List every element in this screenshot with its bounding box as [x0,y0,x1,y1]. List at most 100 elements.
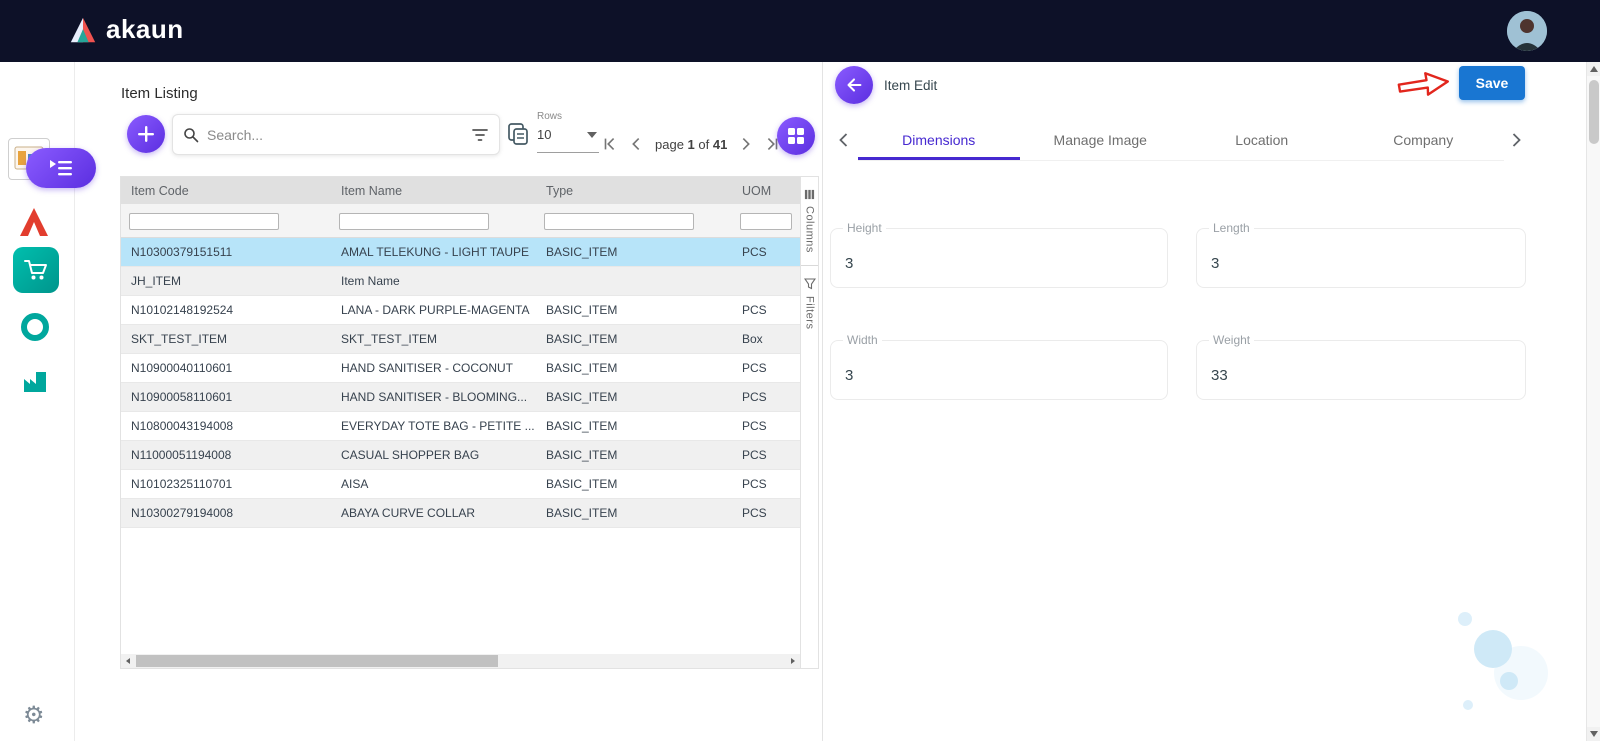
cell-uom: PCS [732,303,800,317]
table-row[interactable]: N10900058110601 HAND SANITISER - BLOOMIN… [121,383,800,412]
avatar-image [1507,11,1547,51]
cell-item-name: LANA - DARK PURPLE-MAGENTA [331,303,536,317]
prev-page-button[interactable] [625,133,647,155]
length-field: Length [1196,228,1526,288]
chevron-down-icon [587,132,597,138]
editor-tab[interactable]: Manage Image [1020,120,1182,160]
cell-type: BASIC_ITEM [536,390,732,404]
red-app-icon [18,206,50,238]
table-row[interactable]: N11000051194008 CASUAL SHOPPER BAG BASIC… [121,441,800,470]
page-scrollbar-thumb[interactable] [1589,80,1599,144]
cell-item-code: N10102325110701 [121,477,331,491]
scroll-right-arrow[interactable] [786,654,800,668]
rows-per-page-select[interactable]: Rows 10 [537,111,599,153]
of-word: of [698,137,709,152]
rows-value: 10 [537,127,551,142]
editor-tab[interactable]: Dimensions [858,120,1020,160]
length-input[interactable] [1197,229,1525,287]
scroll-down-arrow[interactable] [1587,727,1600,741]
filter-input-uom[interactable] [740,213,792,230]
columns-toggle-label: Columns [804,206,816,253]
cell-item-name: AISA [331,477,536,491]
cell-uom: PCS [732,448,800,462]
gear-icon[interactable]: ⚙ [23,703,45,727]
weight-field: Weight [1196,340,1526,400]
sidebar-item-ring-app[interactable] [21,313,49,341]
factory-icon [21,367,49,395]
cell-type: BASIC_ITEM [536,419,732,433]
decorative-bubble [1458,612,1472,626]
copy-settings-button[interactable] [504,120,532,148]
filter-input-item-code[interactable] [129,213,279,230]
scroll-left-arrow[interactable] [121,654,135,668]
editor-tab[interactable]: Company [1343,120,1505,160]
cell-item-name: AMAL TELEKUNG - LIGHT TAUPE [331,245,536,259]
search-input[interactable] [207,127,463,143]
apps-grid-button[interactable] [777,117,815,155]
funnel-icon [804,278,816,290]
horizontal-scrollbar[interactable] [121,654,800,668]
tabs-scroll-left-button[interactable] [832,128,856,152]
page-scrollbar[interactable] [1586,62,1600,741]
table-row[interactable]: SKT_TEST_ITEM SKT_TEST_ITEM BASIC_ITEM B… [121,325,800,354]
horizontal-scrollbar-thumb[interactable] [136,655,498,667]
tabs-scroll-right-button[interactable] [1504,128,1528,152]
cell-uom: PCS [732,361,800,375]
cell-item-code: N10300379151511 [121,245,331,259]
width-input[interactable] [831,341,1167,399]
cell-type: BASIC_ITEM [536,303,732,317]
plus-icon [136,124,156,144]
cell-item-code: SKT_TEST_ITEM [121,332,331,346]
user-avatar[interactable] [1507,11,1547,51]
filter-input-type[interactable] [544,213,694,230]
width-field: Width [830,340,1168,400]
sidebar-item-akaun-red-app[interactable] [18,206,50,238]
next-page-button[interactable] [735,133,757,155]
cell-item-name: EVERYDAY TOTE BAG - PETITE ... [331,419,536,433]
save-button[interactable]: Save [1459,66,1525,100]
table-row[interactable]: N10900040110601 HAND SANITISER - COCONUT… [121,354,800,383]
back-button[interactable] [835,66,873,104]
chevron-right-icon [737,135,755,153]
columns-panel-toggle[interactable]: Columns [801,177,818,265]
total-pages: 41 [713,137,727,152]
cell-type: BASIC_ITEM [536,448,732,462]
table-row[interactable]: N10102325110701 AISA BASIC_ITEM PCS [121,470,800,499]
table-filter-row [121,204,800,238]
filter-input-item-name[interactable] [339,213,489,230]
chevron-left-icon [834,130,854,150]
table-row[interactable]: N10300379151511 AMAL TELEKUNG - LIGHT TA… [121,238,800,267]
editor-tab[interactable]: Location [1181,120,1343,160]
first-page-button[interactable] [599,133,621,155]
cell-uom: PCS [732,419,800,433]
weight-input[interactable] [1197,341,1525,399]
column-header-uom: UOM [732,184,800,198]
table-body: N10300379151511 AMAL TELEKUNG - LIGHT TA… [121,238,800,528]
sidebar-item-factory-app[interactable] [21,367,49,395]
table-row[interactable]: N10800043194008 EVERYDAY TOTE BAG - PETI… [121,412,800,441]
search-filter-button[interactable] [471,128,489,142]
add-item-button[interactable] [127,115,165,153]
cell-item-name: ABAYA CURVE COLLAR [331,506,536,520]
search-icon [183,127,199,143]
table-row[interactable]: N10300279194008 ABAYA CURVE COLLAR BASIC… [121,499,800,528]
length-label: Length [1209,221,1254,235]
item-table: Item Code Item Name Type UOM N1030037915… [120,176,801,669]
page-word: page [655,137,684,152]
table-row[interactable]: JH_ITEM Item Name [121,267,800,296]
cell-item-name: CASUAL SHOPPER BAG [331,448,536,462]
filters-panel-toggle[interactable]: Filters [801,266,818,341]
app-root: akaun [0,0,1600,741]
cell-uom: PCS [732,506,800,520]
height-label: Height [843,221,886,235]
column-header-type: Type [536,184,732,198]
cell-item-code: N10900040110601 [121,361,331,375]
height-input[interactable] [831,229,1167,287]
scroll-up-arrow[interactable] [1587,62,1600,76]
table-row[interactable]: N10102148192524 LANA - DARK PURPLE-MAGEN… [121,296,800,325]
cell-item-code: N10900058110601 [121,390,331,404]
cell-type: BASIC_ITEM [536,361,732,375]
sidebar-collapse-button[interactable] [26,148,96,188]
brand-logo: akaun [68,14,184,45]
sidebar-item-pos-cart[interactable] [13,247,59,293]
